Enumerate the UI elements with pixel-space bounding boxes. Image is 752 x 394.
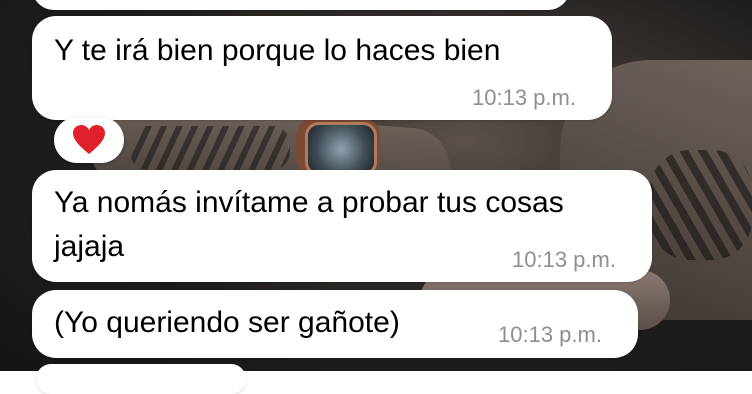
- message-text: Y te irá bien porque lo haces bien: [54, 34, 501, 67]
- message-timestamp: 10:13 p.m.: [472, 85, 576, 110]
- message-timestamp: 10:13 p.m.: [512, 247, 616, 272]
- wallpaper-tattoo-right: [650, 150, 752, 260]
- message-bubble[interactable]: Y te irá bien porque lo haces bien 10:13…: [32, 16, 612, 120]
- message-text: (Yo queriendo ser gañote): [54, 306, 400, 339]
- wallpaper-watch-face: [305, 122, 377, 176]
- message-bubble[interactable]: Ya nomás invítame a probar tus cosas jaj…: [32, 170, 652, 282]
- message-timestamp: 10:13 p.m.: [498, 322, 602, 347]
- message-bubble-previous[interactable]: [32, 0, 570, 10]
- message-bubble[interactable]: (Yo queriendo ser gañote) 10:13 p.m.: [32, 290, 638, 358]
- red-heart-icon: [73, 125, 105, 154]
- message-reaction[interactable]: [54, 117, 124, 163]
- message-text-line-2: jajaja: [54, 230, 125, 263]
- message-text-line-1: Ya nomás invítame a probar tus cosas: [54, 186, 564, 219]
- wallpaper-tattoo: [130, 126, 290, 170]
- message-bubble-next[interactable]: [36, 364, 246, 394]
